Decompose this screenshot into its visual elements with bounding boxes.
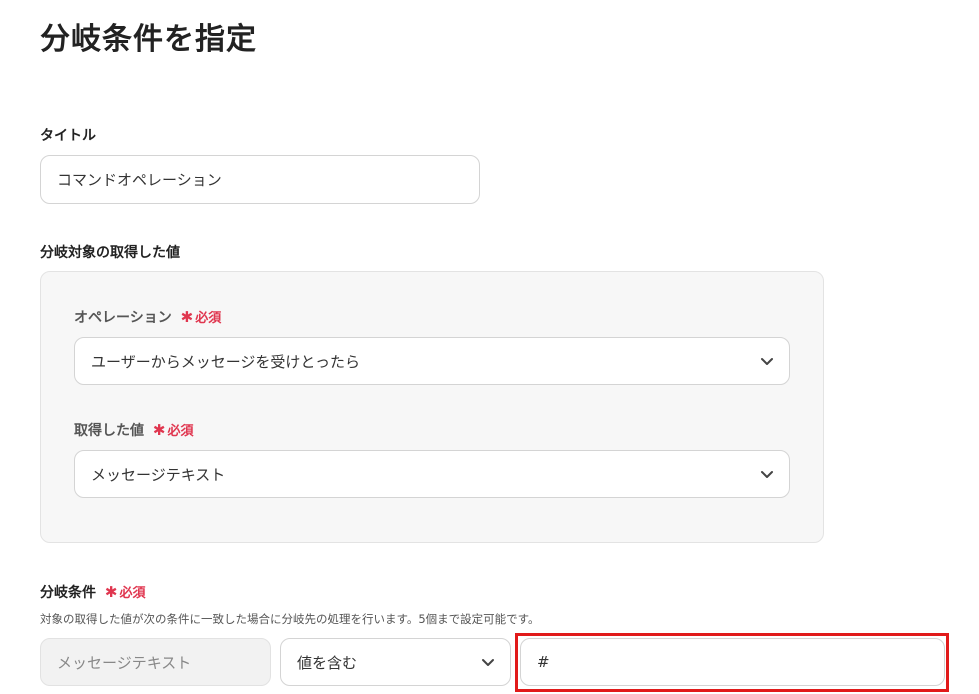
required-text: 必須 xyxy=(195,311,222,326)
asterisk-icon: ✱ xyxy=(180,308,194,326)
condition-help-text: 対象の取得した値が次の条件に一致した場合に分岐先の処理を行います。5個まで設定可… xyxy=(40,612,540,626)
chevron-down-icon xyxy=(761,471,773,478)
operation-label-text: オペレーション xyxy=(74,310,172,326)
branch-condition-label: 分岐条件 ✱ 必須 xyxy=(40,582,145,602)
highlight-box xyxy=(515,633,949,692)
asterisk-icon: ✱ xyxy=(104,583,118,601)
branch-condition-label-text: 分岐条件 xyxy=(40,585,96,601)
title-input[interactable]: コマンドオペレーション xyxy=(40,155,480,204)
operation-select[interactable]: ユーザーからメッセージを受けとったら xyxy=(74,337,790,385)
chevron-down-icon xyxy=(761,358,773,365)
acquired-value-label: 取得した値 ✱ 必須 xyxy=(74,420,193,440)
required-marker: ✱ 必須 xyxy=(152,421,194,439)
required-marker: ✱ 必須 xyxy=(104,583,146,601)
page-title: 分岐条件を指定 xyxy=(40,22,257,57)
condition-field-name: メッセージテキスト xyxy=(40,638,271,686)
required-text: 必須 xyxy=(167,424,194,439)
acquired-value-select[interactable]: メッセージテキスト xyxy=(74,450,790,498)
operation-label: オペレーション ✱ 必須 xyxy=(74,307,221,327)
condition-field-name-value: メッセージテキスト xyxy=(57,653,192,672)
title-input-value: コマンドオペレーション xyxy=(57,171,222,189)
chevron-down-icon xyxy=(482,659,494,666)
condition-operator-select[interactable]: 値を含む xyxy=(280,638,511,686)
operation-select-value: ユーザーからメッセージを受けとったら xyxy=(91,352,360,371)
title-label: タイトル xyxy=(40,128,96,144)
asterisk-icon: ✱ xyxy=(152,421,166,439)
required-text: 必須 xyxy=(119,586,146,601)
condition-operator-value: 値を含む xyxy=(297,653,358,672)
acquired-value-select-value: メッセージテキスト xyxy=(91,465,226,484)
required-marker: ✱ 必須 xyxy=(180,308,222,326)
branch-target-label: 分岐対象の取得した値 xyxy=(40,245,180,261)
acquired-value-label-text: 取得した値 xyxy=(74,423,144,439)
